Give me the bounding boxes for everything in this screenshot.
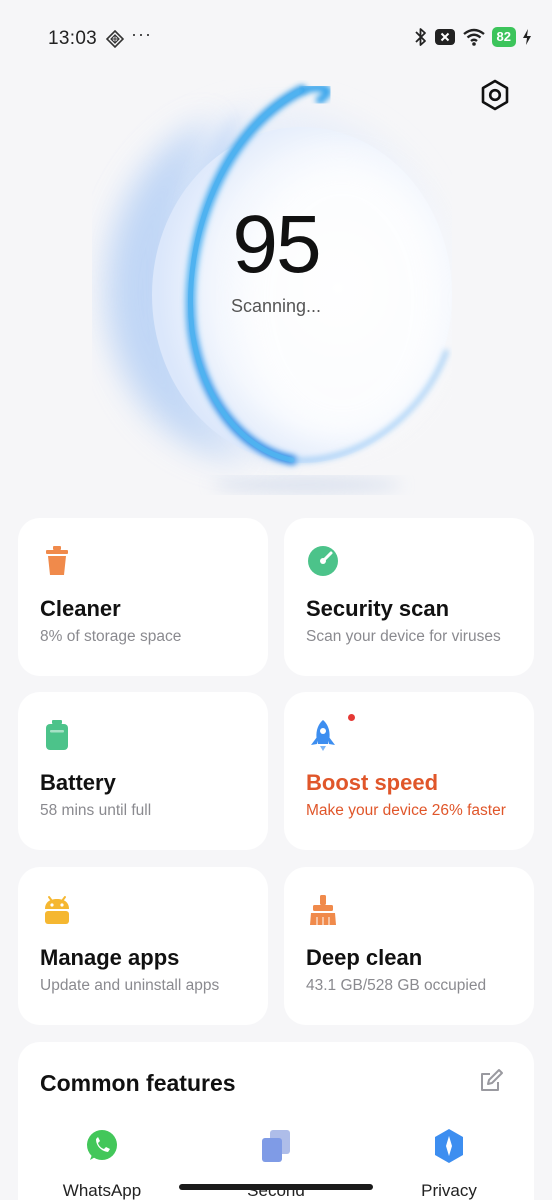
android-icon [45, 896, 69, 924]
boost-speed-title: Boost speed [306, 770, 439, 795]
security-scan-card[interactable]: Security scan Scan your device for virus… [284, 518, 534, 676]
common-features-title: Common features [40, 1070, 236, 1096]
feature-whatsapp-label: WhatsApp [62, 1181, 142, 1200]
manage-apps-subtitle: Update and uninstall apps [40, 977, 220, 994]
scan-status: Scanning... [230, 296, 322, 316]
shield-scan-icon [308, 546, 338, 576]
status-icons: 82 [414, 27, 532, 47]
rocket-icon [311, 720, 335, 751]
deep-clean-subtitle: 43.1 GB/528 GB occupied [306, 977, 487, 994]
battery-subtitle: 58 mins until full [40, 802, 152, 819]
deep-clean-title: Deep clean [306, 945, 423, 970]
broom-icon [310, 895, 336, 925]
charging-icon [523, 29, 531, 45]
manage-apps-card[interactable]: Manage apps Update and uninstall apps [18, 867, 268, 1025]
whatsapp-icon [87, 1130, 117, 1160]
battery-level: 82 [491, 27, 516, 47]
security-app-screen: 13:03 ··· 82 95 Scanning... Cleaner 8% o… [0, 0, 552, 1200]
boost-speed-subtitle: Make your device 26% faster [306, 802, 506, 819]
security-scan-subtitle: Scan your device for viruses [306, 628, 501, 645]
deep-clean-card[interactable]: Deep clean 43.1 GB/528 GB occupied [284, 867, 534, 1025]
trash-icon [46, 546, 68, 575]
hexagon-settings-icon[interactable] [478, 78, 512, 112]
x-box-icon [434, 29, 455, 45]
status-overflow: ··· [131, 24, 152, 44]
security-score: 95 [232, 199, 321, 290]
feature-whatsapp[interactable]: WhatsApp [37, 1128, 167, 1200]
edit-icon[interactable] [478, 1068, 504, 1094]
privacy-icon [435, 1129, 463, 1163]
diamond-grid-icon [106, 30, 124, 48]
cleaner-card[interactable]: Cleaner 8% of storage space [18, 518, 268, 676]
battery-card[interactable]: Battery 58 mins until full [18, 692, 268, 850]
second-space-icon [262, 1130, 290, 1162]
feature-privacy-label: Privacy [421, 1181, 477, 1200]
status-time: 13:03 [48, 28, 98, 49]
cleaner-title: Cleaner [40, 596, 121, 621]
home-indicator[interactable] [179, 1184, 373, 1190]
battery-icon [46, 720, 68, 750]
feature-privacy[interactable]: Privacy [384, 1128, 514, 1200]
manage-apps-title: Manage apps [40, 945, 180, 970]
common-features-panel: Common features WhatsApp Second Privacy [18, 1042, 534, 1200]
wifi-icon [462, 28, 485, 46]
battery-title: Battery [40, 770, 116, 795]
status-bar: 13:03 ··· 82 [0, 0, 552, 78]
notification-dot [348, 714, 355, 721]
boost-speed-card[interactable]: Boost speed Make your device 26% faster [284, 692, 534, 850]
bluetooth-icon [414, 28, 426, 46]
cleaner-subtitle: 8% of storage space [40, 628, 182, 645]
security-scan-title: Security scan [306, 596, 450, 621]
